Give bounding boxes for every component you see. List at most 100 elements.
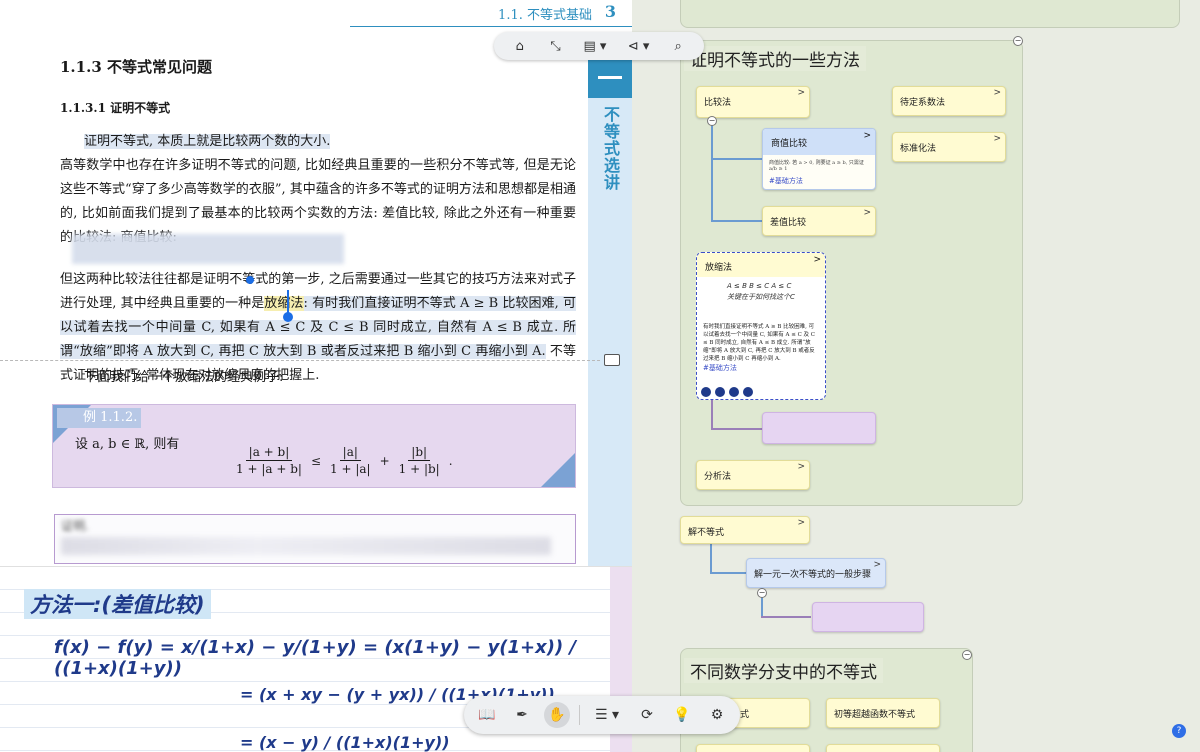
proof-box[interactable]: 证明. (54, 514, 576, 564)
mindmap-node-bottom-partial[interactable] (826, 744, 940, 752)
header-rule (350, 26, 632, 27)
settings-icon[interactable]: ⚙ (704, 702, 730, 728)
handwritten-line-1: f(x) − f(y) = x/(1+x) − y/(1+y) = (x(1+y… (54, 637, 577, 679)
pen-icon[interactable]: ✒ (509, 702, 535, 728)
highlighted-text[interactable]: 证明不等式, 本质上就是比较两个数的大小. (84, 134, 331, 149)
collapse-icon[interactable]: − (757, 588, 767, 598)
mindmap-node-elementary-transcendental[interactable]: 初等超越函数不等式 (826, 698, 940, 728)
home-icon[interactable]: ⌂ (509, 36, 531, 56)
pdf-document-pane[interactable]: 1.1. 不等式基础 3 不等式选讲 1.1.3 不等式常见问题 1.1.3.1… (0, 0, 632, 752)
paragraph-example-intro[interactable]: 下面我们给一个放缩法的经典例子: (84, 366, 384, 390)
help-button[interactable]: ? (1172, 724, 1186, 738)
fraction-numerator: |b| (408, 445, 431, 461)
selection-end-handle[interactable] (283, 312, 293, 322)
handwritten-line-3: = (x − y) / ((1+x)(1+y)) (240, 733, 450, 752)
mindmap-node-image-snippet[interactable] (762, 412, 876, 444)
node-label: 待定系数法 (900, 98, 946, 108)
paragraph-intro[interactable]: 证明不等式, 本质上就是比较两个数的大小. (84, 130, 384, 154)
fraction-a: |a| 1 + |a| (327, 445, 374, 476)
formula-period: . (448, 453, 453, 468)
example-box[interactable]: 例 1.1.2. 设 a, b ∈ ℝ, 则有 |a + b| 1 + |a + … (52, 404, 576, 488)
expand-chevron-icon[interactable]: > (797, 462, 805, 472)
image-icon[interactable] (729, 387, 739, 397)
mindmap-connector (761, 616, 811, 618)
mindmap-node-difference-comparison[interactable]: 差值比较 > (762, 206, 876, 236)
side-tab-header (588, 58, 632, 98)
page-menu-icon[interactable]: ▤ ▾ (580, 36, 610, 56)
mindmap-node-linear-inequality-steps[interactable]: 解一元一次不等式的一般步骤 > (746, 558, 886, 588)
handwritten-title: 方法一:(差值比较) (24, 589, 211, 619)
example-corner-decoration (541, 453, 575, 487)
card-tag[interactable]: #基础方法 (763, 176, 875, 186)
side-tab-dash (598, 76, 622, 79)
example-formula: |a + b| 1 + |a + b| ≤ |a| 1 + |a| + |b| 1 +… (233, 445, 453, 476)
node-label: 差值比较 (770, 218, 807, 228)
mindmap-node-solve-inequalities[interactable]: 解不等式 > (680, 516, 810, 544)
comment-icon[interactable] (701, 387, 711, 397)
fraction-lhs: |a + b| 1 + |a + b| (233, 445, 305, 476)
expand-chevron-icon[interactable]: > (993, 88, 1001, 98)
chapter-side-tab[interactable]: 不等式选讲 (588, 58, 632, 568)
mindmap-node-standardization[interactable]: 标准化法 > (892, 132, 1006, 162)
fraction-denominator: 1 + |a + b| (236, 462, 302, 476)
refresh-icon[interactable]: ⟳ (634, 702, 660, 728)
card-header: 放缩法 > (697, 253, 825, 277)
mindmap-node-bottom-partial[interactable] (696, 744, 810, 752)
expand-chevron-icon[interactable]: > (813, 255, 821, 265)
relation-symbol: ≤ (310, 453, 321, 468)
fraction-denominator: 1 + |b| (398, 462, 440, 476)
mindmap-card-quotient-comparison[interactable]: 商值比较 > 商值比较: 若 a > 0, 则要证 a ≥ b, 只需证 a/b … (762, 128, 876, 190)
example-statement: 设 a, b ∈ ℝ, 则有 (75, 437, 180, 452)
expand-chevron-icon[interactable]: > (873, 560, 881, 570)
mindmap-node-analysis[interactable]: 分析法 > (696, 460, 810, 490)
selection-start-handle[interactable] (246, 276, 254, 284)
hand-icon[interactable]: ✋ (544, 702, 570, 728)
card-title: 商值比较 (771, 139, 808, 149)
mindmap-connector (710, 572, 746, 574)
search-icon[interactable]: ⌕ (667, 36, 689, 56)
book-icon[interactable]: 📖 (474, 702, 500, 728)
lightbulb-icon[interactable]: 💡 (669, 702, 695, 728)
proof-label: 证明. (61, 519, 89, 533)
mindmap-connector (711, 428, 763, 430)
mindmap-node-undetermined-coefficients[interactable]: 待定系数法 > (892, 86, 1006, 116)
expand-chevron-icon[interactable]: > (863, 131, 871, 141)
running-head: 1.1. 不等式基础 (498, 8, 592, 23)
card-toolbar (701, 385, 823, 399)
expand-chevron-icon[interactable]: > (797, 88, 805, 98)
fraction-b: |b| 1 + |b| (396, 445, 443, 476)
node-label: 解一元一次不等式的一般步骤 (754, 570, 872, 580)
card-sketch: A ≤ B B ≤ C A ≤ C 关键在于如何找这个C (727, 282, 795, 301)
collapse-view-icon[interactable]: ⤡ (544, 36, 566, 56)
page-break-icon[interactable] (604, 354, 620, 366)
collapse-icon[interactable]: − (1013, 36, 1023, 46)
share-menu-icon[interactable]: ⊲ ▾ (624, 36, 654, 56)
mindmap-card-squeeze-method[interactable]: 放缩法 > A ≤ B B ≤ C A ≤ C 关键在于如何找这个C 有时我们直接… (696, 252, 826, 400)
toolbar-divider (579, 705, 580, 725)
node-label: 式 (740, 710, 750, 720)
add-icon[interactable] (743, 387, 753, 397)
collapse-icon[interactable]: − (962, 650, 972, 660)
mindmap-connector (711, 118, 713, 220)
expand-chevron-icon[interactable]: > (797, 518, 805, 528)
link-icon[interactable] (715, 387, 725, 397)
group-title-proof-methods[interactable]: 证明不等式的一些方法 (684, 46, 866, 71)
expand-chevron-icon[interactable]: > (863, 208, 871, 218)
expand-chevron-icon[interactable]: > (993, 134, 1001, 144)
list-menu-icon[interactable]: ☰ ▾ (589, 702, 625, 728)
example-tag: 例 1.1.2. (57, 408, 141, 428)
collapse-icon[interactable]: − (707, 116, 717, 126)
mindmap-node-image-snippet[interactable] (812, 602, 924, 632)
node-label: 标准化法 (900, 144, 937, 154)
card-body: 有时我们直接证明不等式 A ≥ B 比较困难, 可以试着去找一个中间量 C, 如… (703, 324, 815, 362)
blurred-formula (72, 234, 344, 264)
mindmap-connector (711, 398, 713, 428)
highlight-squeeze-term[interactable]: 放缩法 (264, 296, 304, 311)
side-tab-label: 不等式选讲 (601, 106, 620, 191)
card-tag[interactable]: #基础方法 (697, 363, 825, 373)
page-break-divider (0, 360, 600, 361)
page-number: 3 (604, 2, 616, 21)
group-title-branches[interactable]: 不同数学分支中的不等式 (684, 658, 883, 683)
mindmap-group-top-partial[interactable] (680, 0, 1180, 28)
mindmap-node-comparison[interactable]: 比较法 > (696, 86, 810, 118)
